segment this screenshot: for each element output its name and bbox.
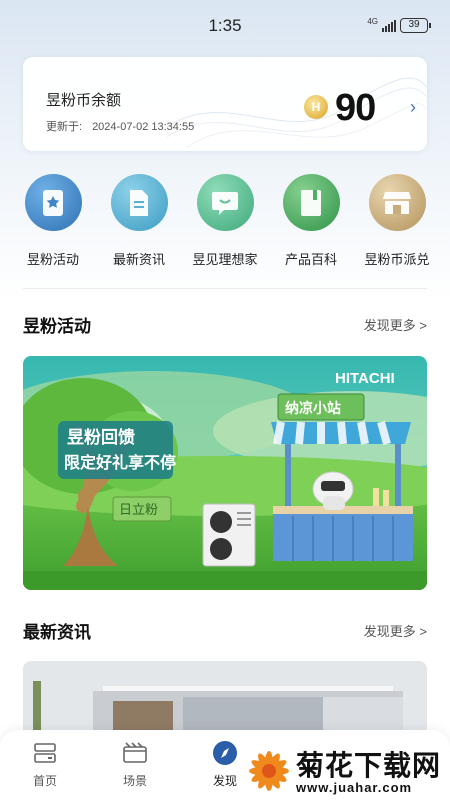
banner-line2: 限定好礼享不停 — [64, 453, 176, 472]
news-header: 最新资讯 发现更多 > — [23, 618, 427, 643]
section-title: 昱粉活动 — [23, 317, 91, 336]
tab-label: 场景 — [122, 774, 147, 788]
battery-icon: 39 — [400, 18, 431, 33]
nav-label: 昱见理想家 — [192, 252, 258, 267]
home-icon — [32, 740, 58, 766]
balance-title: 昱粉币余额 — [46, 92, 122, 109]
nav-item-coin-exchange[interactable]: 昱粉币派兑 — [356, 174, 438, 268]
section-title: 最新资讯 — [23, 623, 91, 642]
banner-line1: 昱粉回馈 — [67, 427, 135, 447]
wave-decoration — [167, 77, 427, 148]
book-icon — [282, 174, 340, 231]
balance-card[interactable]: 昱粉币余额 更新于: 2024-07-02 13:34:55 H 90 › — [23, 57, 427, 151]
tab-home[interactable]: 首页 — [10, 730, 80, 800]
updated-time: 2024-07-02 13:34:55 — [92, 121, 195, 133]
nav-item-activities[interactable]: 昱粉活动 — [12, 174, 94, 268]
nav-item-news[interactable]: 最新资讯 — [98, 174, 180, 268]
watermark-title: 菊花下载网 — [296, 750, 442, 781]
banner-illustration: 昱粉回馈 限定好礼享不停 日立粉 HITACHI 纳凉小站 — [23, 356, 427, 590]
brand-logo: HITACHI — [335, 370, 395, 387]
watermark-url: www.juahar.com — [296, 780, 413, 795]
quick-nav: 昱粉活动 最新资讯 昱见理想家 产品百科 昱粉币派兑 — [12, 174, 438, 268]
balance-value: 90 — [335, 87, 376, 129]
flower-logo-icon — [249, 751, 289, 791]
store-icon — [368, 174, 426, 231]
nav-item-ideal-home[interactable]: 昱见理想家 — [184, 174, 266, 268]
compass-icon — [212, 740, 238, 766]
nav-label: 产品百科 — [284, 252, 337, 267]
document-icon — [110, 174, 168, 231]
updated-label: 更新于: — [46, 121, 83, 133]
nav-item-product-wiki[interactable]: 产品百科 — [270, 174, 352, 268]
balance-updated: 更新于: 2024-07-02 13:34:55 — [46, 118, 194, 134]
star-bookmark-icon — [24, 174, 82, 231]
activities-header: 昱粉活动 发现更多 > — [23, 312, 427, 337]
status-indicators: 4G 39 — [367, 17, 431, 33]
activity-banner[interactable]: 昱粉回馈 限定好礼享不停 日立粉 HITACHI 纳凉小站 — [23, 356, 427, 590]
news-thumbnail — [23, 661, 427, 731]
tree-sign: 日立粉 — [119, 502, 158, 517]
nav-label: 昱粉币派兑 — [364, 252, 430, 267]
tab-scene[interactable]: 场景 — [100, 730, 170, 800]
shop-sign: 纳凉小站 — [285, 400, 341, 416]
coin-icon: H — [304, 95, 328, 119]
watermark: 菊花下载网 www.juahar.com — [244, 742, 450, 800]
more-link[interactable]: 发现更多 > — [364, 315, 427, 334]
tab-label: 发现 — [212, 774, 237, 788]
news-card[interactable] — [23, 661, 427, 731]
section-divider — [23, 288, 427, 289]
network-label: 4G — [367, 17, 378, 26]
nav-label: 昱粉活动 — [26, 252, 79, 267]
more-link[interactable]: 发现更多 > — [364, 621, 427, 640]
chat-bubble-icon — [196, 174, 254, 231]
signal-icon — [382, 19, 396, 32]
scene-icon — [122, 740, 148, 766]
status-bar: 1:35 4G 39 — [0, 0, 450, 52]
tab-label: 首页 — [32, 774, 57, 788]
nav-label: 最新资讯 — [112, 252, 165, 267]
chevron-right-icon[interactable]: › — [410, 97, 416, 118]
